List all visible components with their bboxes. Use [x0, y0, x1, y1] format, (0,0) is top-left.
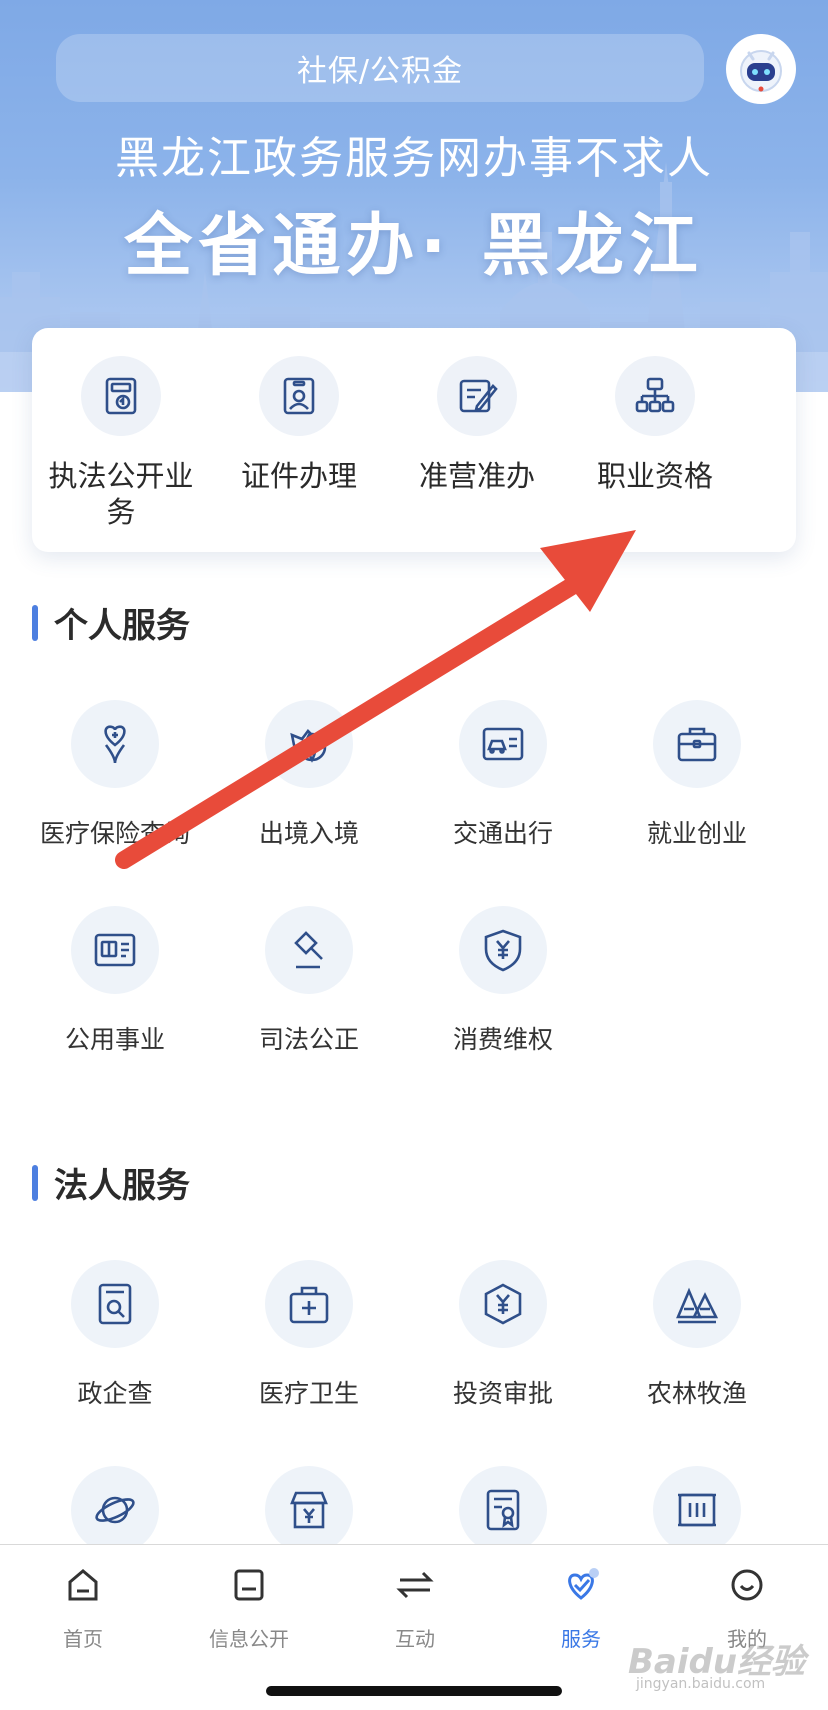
quick-label: 执法公开业务	[48, 459, 194, 529]
banner-slogan-line1: 黑龙江政务服务网办事不求人	[115, 133, 713, 184]
search-text: 社保/公积金	[296, 54, 464, 89]
gate-icon	[653, 1466, 741, 1554]
service-item[interactable]	[18, 1466, 212, 1554]
quick-services-card: 执法公开业务 证件办理 准营准办 职业资格	[32, 328, 796, 552]
org-chart-icon	[615, 356, 695, 436]
service-consumer-rights[interactable]: 消费维权	[406, 906, 600, 1056]
notice-icon	[234, 1569, 264, 1601]
service-enterprise-query[interactable]: 政企查	[18, 1260, 212, 1410]
service-label: 公用事业	[64, 1025, 165, 1054]
nav-label: 首页	[63, 1627, 103, 1651]
nav-label: 互动	[395, 1627, 435, 1651]
exchange-icon	[396, 1571, 434, 1599]
section-bar	[32, 1164, 38, 1201]
service-item[interactable]	[406, 1466, 600, 1554]
trees-icon	[653, 1260, 741, 1348]
quick-item-certificates[interactable]: 证件办理	[210, 356, 388, 494]
planet-icon	[71, 1466, 159, 1554]
service-agriculture[interactable]: 农林牧渔	[600, 1260, 794, 1410]
medical-kit-icon	[265, 1260, 353, 1348]
yuan-hexagon-icon	[459, 1260, 547, 1348]
service-healthcare[interactable]: 医疗卫生	[212, 1260, 406, 1410]
section-title-text: 法人服务	[54, 1166, 190, 1206]
service-label: 医疗保险查询	[39, 819, 190, 848]
service-label: 交通出行	[452, 819, 553, 848]
service-item[interactable]	[600, 1466, 794, 1554]
profile-smile-icon	[731, 1569, 763, 1601]
service-label: 投资审批	[452, 1379, 553, 1408]
service-label: 就业创业	[646, 819, 747, 848]
yuan-shield-icon	[459, 906, 547, 994]
gavel-icon	[265, 906, 353, 994]
nav-interaction[interactable]: 互动	[332, 1565, 498, 1652]
banner-slogan-line2: 全省通办· 黑龙江	[124, 207, 704, 286]
service-medical-insurance[interactable]: 医疗保险查询	[18, 700, 212, 850]
quick-label: 证件办理	[240, 459, 357, 493]
quick-item-business-permit[interactable]: 准营准办	[388, 356, 566, 494]
nav-info-disclosure[interactable]: 信息公开	[166, 1565, 332, 1652]
medical-heart-icon	[71, 700, 159, 788]
baidu-watermark-url: jingyan.baidu.com	[636, 1676, 766, 1692]
quick-label: 职业资格	[596, 459, 713, 493]
id-card-person-icon	[259, 356, 339, 436]
service-heart-icon	[568, 1568, 599, 1600]
service-label: 政企查	[77, 1379, 153, 1408]
shop-yuan-icon	[265, 1466, 353, 1554]
document-refresh-icon	[81, 356, 161, 436]
section-title-personal: 个人服务	[32, 598, 190, 647]
quick-item-qualification[interactable]: 职业资格	[566, 356, 744, 494]
service-label: 医疗卫生	[258, 1379, 359, 1408]
service-public-utility[interactable]: 公用事业	[18, 906, 212, 1056]
section-title-text: 个人服务	[54, 606, 190, 646]
briefcase-icon	[653, 700, 741, 788]
home-icon	[68, 1569, 98, 1601]
nav-label: 信息公开	[209, 1627, 289, 1651]
document-search-icon	[71, 1260, 159, 1348]
service-item[interactable]	[212, 1466, 406, 1554]
section-bar	[32, 604, 38, 641]
certificate-icon	[459, 1466, 547, 1554]
robot-assistant-avatar[interactable]	[726, 34, 796, 104]
service-label: 农林牧渔	[646, 1379, 747, 1408]
section-title-corporate: 法人服务	[32, 1158, 190, 1207]
robot-icon	[740, 50, 782, 92]
quick-label: 准营准办	[418, 459, 535, 493]
service-label: 消费维权	[452, 1025, 553, 1054]
home-indicator[interactable]	[266, 1686, 562, 1696]
quick-item-law-enforcement[interactable]: 执法公开业务	[32, 356, 210, 530]
edit-document-icon	[437, 356, 517, 436]
plane-globe-icon	[265, 700, 353, 788]
nav-home[interactable]: 首页	[0, 1565, 166, 1652]
service-label: 司法公正	[258, 1025, 359, 1054]
search-bar[interactable]: 社保/公积金	[56, 34, 704, 102]
service-label: 出境入境	[258, 819, 359, 848]
service-transportation[interactable]: 交通出行	[406, 700, 600, 850]
service-employment[interactable]: 就业创业	[600, 700, 794, 850]
utility-card-icon	[71, 906, 159, 994]
service-investment-approval[interactable]: 投资审批	[406, 1260, 600, 1410]
service-justice[interactable]: 司法公正	[212, 906, 406, 1056]
service-exit-entry[interactable]: 出境入境	[212, 700, 406, 850]
car-card-icon	[459, 700, 547, 788]
